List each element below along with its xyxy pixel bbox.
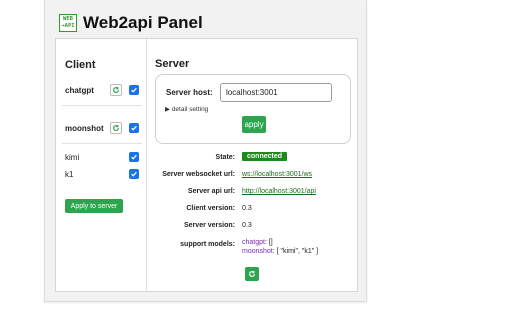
support-models-label: support models:: [180, 241, 235, 248]
api-url-label: Server api url:: [187, 188, 235, 195]
model-label-kimi: kimi: [65, 152, 80, 162]
websocket-url-link[interactable]: ws://localhost:3001/ws: [242, 171, 312, 178]
client-heading: Client: [65, 59, 96, 71]
server-column: Server Server host: ▶ detail setting app…: [147, 39, 357, 291]
server-heading: Server: [155, 58, 190, 70]
model-name-chatgpt: chatgpt: [242, 239, 265, 246]
client-model-kimi: kimi: [65, 152, 139, 162]
main-panel: Client chatgpt moonshot kimi k1 Apply to…: [55, 38, 358, 292]
model-name-moonshot: moonshot: [242, 248, 273, 255]
client-group-moonshot: moonshot: [65, 122, 139, 134]
refresh-moonshot-button[interactable]: [110, 122, 122, 134]
models-line-chatgpt: chatgpt: []: [242, 238, 318, 247]
server-host-input[interactable]: [220, 83, 332, 102]
apply-to-server-button[interactable]: Apply to server: [65, 199, 123, 213]
refresh-icon: [113, 124, 119, 131]
models-line-moonshot: moonshot: [ "kimi", "k1" ]: [242, 247, 318, 256]
check-icon: [131, 154, 137, 160]
api-url-link[interactable]: http://localhost:3001/api: [242, 188, 316, 195]
header: WEB →API Web2api Panel: [59, 13, 203, 33]
checkbox-k1[interactable]: [129, 169, 139, 179]
apply-button[interactable]: apply: [242, 116, 266, 133]
checkbox-chatgpt[interactable]: [129, 85, 139, 95]
model-value-chatgpt: : []: [264, 239, 273, 246]
refresh-chatgpt-button[interactable]: [110, 84, 122, 96]
websocket-url-label: Server websocket url:: [162, 171, 235, 178]
separator: [62, 105, 142, 106]
group-label-moonshot: moonshot: [65, 123, 104, 133]
client-version-label: Client version:: [186, 205, 235, 212]
separator: [62, 143, 142, 144]
support-models-list: chatgpt: [] moonshot: [ "kimi", "k1" ]: [242, 238, 318, 256]
server-config-box: Server host: ▶ detail setting apply: [155, 74, 351, 144]
group-label-chatgpt: chatgpt: [65, 85, 94, 95]
logo-line2: →API: [61, 23, 75, 29]
checkbox-moonshot[interactable]: [129, 123, 139, 133]
check-icon: [131, 125, 137, 131]
refresh-models-button[interactable]: [245, 267, 259, 281]
panel-window: WEB →API Web2api Panel Client chatgpt mo…: [44, 0, 367, 302]
web2api-logo-icon: WEB →API: [59, 14, 77, 32]
server-version-label: Server version:: [184, 222, 235, 229]
state-label: State:: [215, 154, 235, 161]
check-icon: [131, 171, 137, 177]
logo-line1: WEB: [63, 16, 73, 22]
model-label-k1: k1: [65, 169, 74, 179]
client-column: Client chatgpt moonshot kimi k1 Apply to…: [56, 39, 146, 291]
server-version-value: 0.3: [242, 222, 252, 229]
checkbox-kimi[interactable]: [129, 152, 139, 162]
server-host-label: Server host:: [166, 88, 213, 97]
page-title: Web2api Panel: [83, 13, 203, 32]
status-badge: connected: [242, 152, 288, 161]
model-value-moonshot: : [ "kimi", "k1" ]: [272, 248, 319, 255]
check-icon: [131, 87, 137, 93]
client-group-chatgpt: chatgpt: [65, 84, 139, 96]
client-version-value: 0.3: [242, 205, 252, 212]
detail-setting-toggle[interactable]: ▶ detail setting: [165, 105, 208, 113]
refresh-icon: [113, 86, 119, 93]
refresh-icon: [249, 270, 255, 277]
client-model-k1: k1: [65, 169, 139, 179]
